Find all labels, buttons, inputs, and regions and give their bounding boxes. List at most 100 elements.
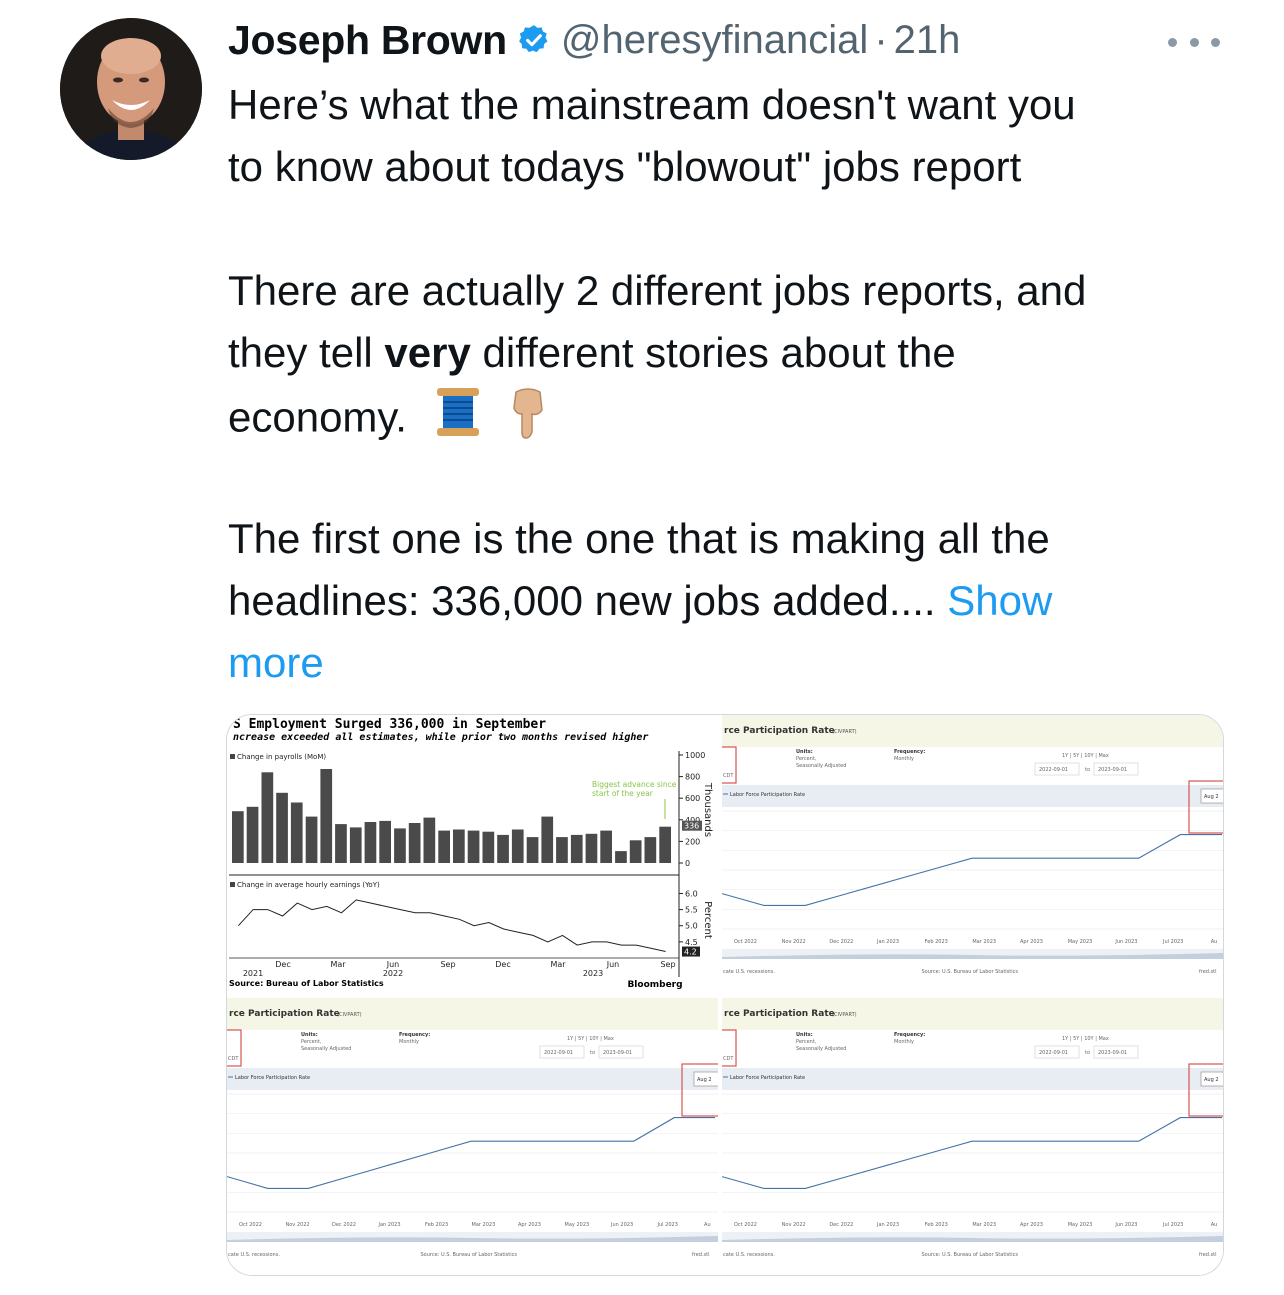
payroll-bar — [600, 830, 612, 863]
x-tick-label: May 2023 — [1068, 939, 1093, 945]
units-value: Seasonally Adjusted — [796, 763, 846, 769]
fred-legend: Labor Force Participation Rate — [730, 1075, 805, 1081]
x-tick-label: Nov 2022 — [782, 939, 806, 945]
value-tag-text: 336 — [684, 822, 699, 831]
payroll-bar — [556, 837, 568, 863]
tweet-timestamp[interactable]: 21h — [894, 18, 961, 63]
x-tick-label: Jan 2023 — [378, 1222, 401, 1228]
fred-legend: Labor Force Participation Rate — [235, 1075, 310, 1081]
payroll-bar — [232, 811, 244, 863]
frequency-value: Monthly — [399, 1039, 419, 1045]
x-tick-label: Jun — [386, 960, 400, 969]
payroll-bar — [364, 822, 377, 863]
x-tick-label: Jun 2023 — [1114, 939, 1137, 945]
fred-brand: fred.stl — [1199, 1252, 1217, 1258]
separator-dot: · — [874, 17, 888, 62]
tooltip-text: Aug 2 — [1204, 794, 1219, 800]
date-to-word: to — [590, 1050, 595, 1056]
y-tick-label: 5.0 — [685, 922, 698, 931]
payroll-bar — [305, 816, 318, 863]
annotation-text: Biggest advance since — [592, 780, 677, 789]
fred-chart: rce Participation Rate(CIVPART) Units:Per… — [227, 998, 718, 1258]
tweet-text-line: economy. — [228, 384, 1238, 457]
payroll-bar — [261, 772, 274, 863]
range-links: 1Y | 5Y | 10Y | Max — [567, 1036, 614, 1042]
x-tick-label: Jun 2023 — [1114, 1222, 1137, 1228]
fred-source: Source: U.S. Bureau of Labor Statistics — [421, 1252, 518, 1258]
fred-title: rce Participation Rate — [229, 1009, 340, 1019]
author-handle[interactable]: @heresyfinancial — [561, 18, 868, 63]
x-tick-label: Au — [1211, 1222, 1218, 1228]
fred-title: rce Participation Rate — [724, 726, 835, 736]
range-links: 1Y | 5Y | 10Y | Max — [1062, 753, 1109, 759]
x-tick-label: Apr 2023 — [518, 1222, 541, 1228]
payroll-bar — [585, 833, 598, 863]
x-tick-label: Apr 2023 — [1020, 1222, 1043, 1228]
payroll-bar — [320, 769, 333, 863]
fred-legend: Labor Force Participation Rate — [730, 792, 805, 798]
x-tick-label: Au — [1211, 939, 1218, 945]
x-year-label: 2022 — [383, 969, 403, 978]
x-tick-label: Jul 2023 — [657, 1222, 678, 1228]
dot-icon — [1168, 37, 1177, 47]
verified-badge-icon[interactable] — [517, 23, 551, 57]
frequency-label: Frequency: — [399, 1032, 430, 1038]
x-tick-label: Oct 2022 — [734, 939, 757, 945]
units-label: Units: — [301, 1032, 318, 1038]
frequency-value: Monthly — [894, 1039, 914, 1045]
media-image-fred-1[interactable]: rce Participation Rate (CIVPART) Units: Per… — [722, 715, 1223, 994]
fred-source: Source: U.S. Bureau of Labor Statistics — [922, 969, 1019, 975]
media-grid[interactable]: S Employment Surged 336,000 in September… — [226, 714, 1224, 1276]
annotation-text: start of the year — [592, 789, 654, 798]
fred-series-id: (CIVPART) — [832, 729, 857, 735]
x-tick-label: Oct 2022 — [734, 1222, 757, 1228]
x-tick-label: Au — [704, 1222, 711, 1228]
payroll-bar — [335, 824, 347, 863]
more-options-icon[interactable] — [1168, 22, 1220, 62]
x-tick-label: Dec — [495, 960, 510, 969]
axis-label-percent: Percent — [702, 901, 713, 939]
value-tag-text: 4.2 — [684, 948, 697, 957]
payroll-bar — [453, 829, 465, 863]
x-tick-label: Mar — [330, 960, 346, 969]
date-to-text: 2023-09-01 — [1098, 767, 1127, 773]
payroll-bar — [246, 806, 259, 863]
author-name[interactable]: Joseph Brown — [228, 17, 507, 64]
y-tick-label: 200 — [685, 837, 700, 846]
date-to-text: 2023-09-01 — [1098, 1050, 1127, 1056]
units-value: Percent, — [796, 756, 817, 762]
text-segment: they tell — [228, 329, 385, 376]
media-image-bloomberg[interactable]: S Employment Surged 336,000 in September… — [227, 715, 718, 994]
x-year-label: 2023 — [583, 969, 603, 978]
text-segment: headlines: 336,000 new jobs added.... — [228, 577, 936, 624]
author-avatar[interactable] — [60, 18, 202, 160]
x-tick-label: Oct 2022 — [239, 1222, 262, 1228]
x-tick-label: Jul 2023 — [1162, 1222, 1183, 1228]
x-tick-label: Dec — [275, 960, 290, 969]
date-from-text: 2022-09-01 — [1039, 767, 1068, 773]
frequency-label: Frequency: — [894, 749, 925, 755]
x-tick-label: Feb 2023 — [425, 1222, 448, 1228]
units-value: Seasonally Adjusted — [796, 1046, 846, 1052]
x-tick-label: Mar 2023 — [472, 1222, 496, 1228]
x-tick-label: Mar — [550, 960, 566, 969]
show-more-link[interactable]: Show — [947, 577, 1052, 624]
tweet-text-line: The first one is the one that is making … — [228, 515, 1050, 562]
show-more-link[interactable]: more — [228, 632, 1238, 694]
tweet-text-line: to know about todays "blowout" jobs repo… — [228, 143, 1022, 190]
x-tick-label: Dec 2022 — [829, 1222, 853, 1228]
payroll-bar — [290, 802, 303, 863]
x-tick-label: Nov 2022 — [782, 1222, 806, 1228]
dot-icon — [1211, 37, 1220, 47]
media-image-fred-3[interactable]: rce Participation Rate (CIVPART) Units: Per… — [722, 998, 1223, 1275]
units-value: Percent, — [796, 1039, 817, 1045]
pointing-down-icon — [508, 384, 548, 457]
tooltip-text: Aug 2 — [697, 1077, 712, 1083]
units-value: Seasonally Adjusted — [301, 1046, 351, 1052]
media-image-fred-2[interactable]: rce Participation Rate (CIVPART) Units: Per… — [227, 998, 718, 1275]
payroll-bar — [644, 837, 657, 863]
payroll-bar — [482, 831, 495, 863]
bloomberg-source: Source: Bureau of Labor Statistics — [229, 979, 384, 988]
date-to-word: to — [1085, 1050, 1090, 1056]
thread-spool-icon — [433, 384, 483, 457]
